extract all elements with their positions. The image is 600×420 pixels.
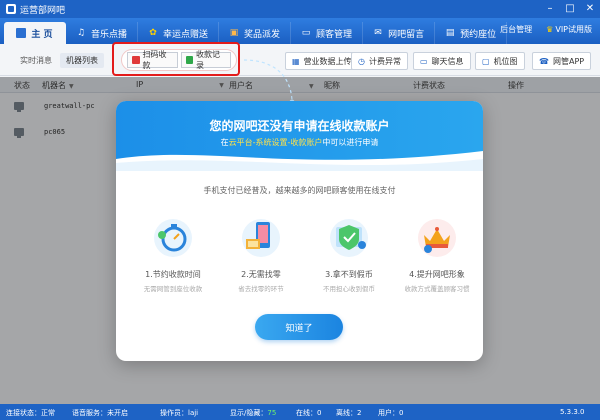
feature-save-time: 1.节约收款时间 无需网管到座位收款 (128, 213, 218, 293)
connection-status: 连接状态：正常 (6, 409, 55, 417)
status-bar: 连接状态：正常 语音服务：未开启 操作员：laji 显示/隐藏：75 在线：0 … (0, 404, 600, 420)
header-wave-decoration (116, 151, 483, 171)
dialog-title: 您的网吧还没有申请在线收款账户 (209, 119, 390, 133)
crown-badge-icon (414, 213, 460, 259)
dialog-header: 您的网吧还没有申请在线收款账户 在云平台-系统设置-收款账户中可以进行申请 (116, 101, 483, 171)
payment-account-dialog: 您的网吧还没有申请在线收款账户 在云平台-系统设置-收款账户中可以进行申请 手机… (116, 101, 483, 361)
shield-icon (326, 213, 372, 259)
ok-button[interactable]: 知道了 (255, 314, 343, 340)
feature-no-counterfeit: 3.拿不到假币 不用担心收到假币 (304, 213, 394, 293)
dialog-description: 手机支付已经普及，越来越多的网吧顾客使用在线支付 (203, 186, 396, 195)
feature-brand-image: 4.提升网吧形象 收款方式覆盖顾客习惯 (392, 213, 482, 293)
offline-count: 离线：2 (336, 409, 362, 417)
dialog-subtitle: 在云平台-系统设置-收款账户中可以进行申请 (220, 138, 379, 147)
stopwatch-icon (150, 213, 196, 259)
operator-label: 操作员：laji (160, 409, 199, 417)
display-toggle[interactable]: 显示/隐藏：75 (230, 408, 276, 418)
phone-payment-icon (238, 213, 284, 259)
user-count: 用户：0 (378, 409, 404, 417)
version-label: 5.3.3.0 (560, 408, 585, 416)
feature-no-change: 2.无需找零 省去找零的环节 (216, 213, 306, 293)
online-count: 在线：0 (296, 409, 322, 417)
voice-status: 语音服务：未开启 (72, 409, 128, 417)
